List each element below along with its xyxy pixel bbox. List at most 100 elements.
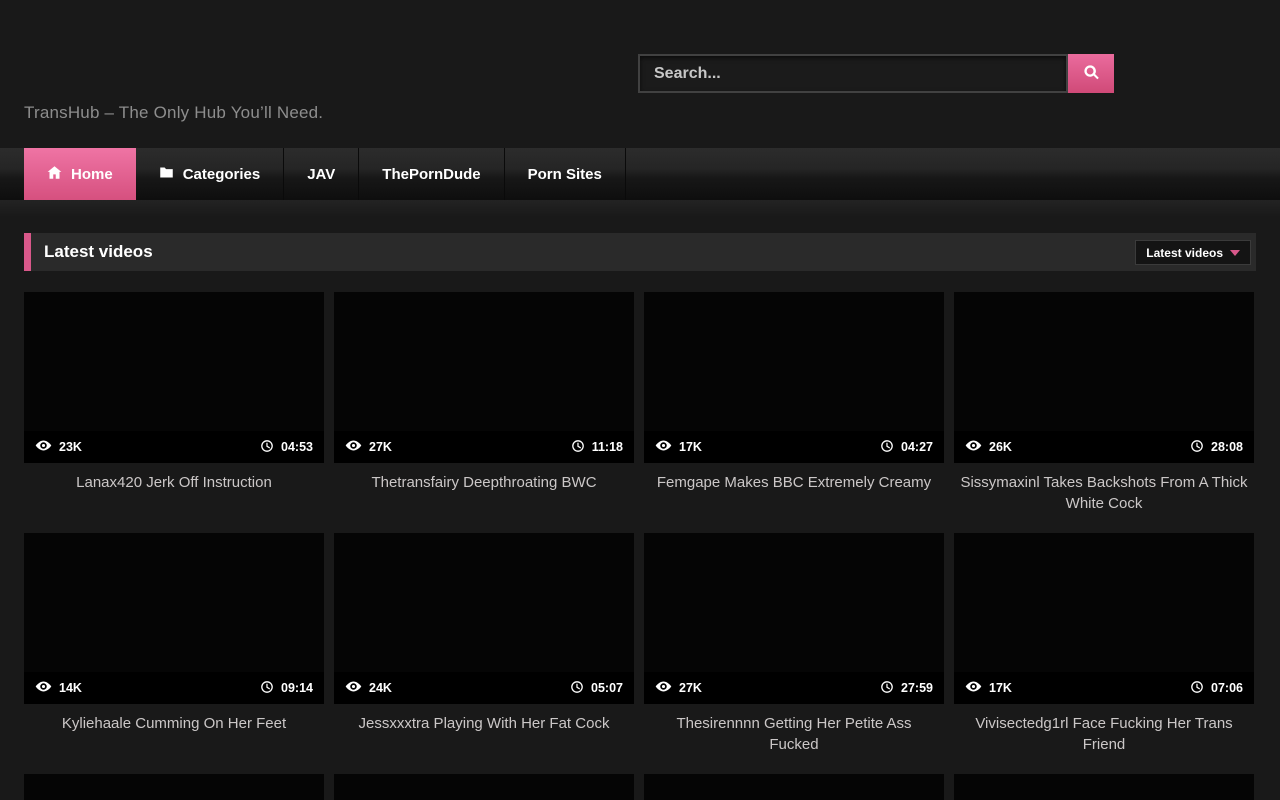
video-meta: 23K 04:53 bbox=[24, 431, 324, 463]
clock-icon bbox=[260, 680, 274, 697]
video-thumbnail[interactable]: 26K 28:08 bbox=[954, 292, 1254, 463]
video-thumbnail[interactable]: 14K 09:14 bbox=[24, 533, 324, 704]
views-group: 27K bbox=[345, 437, 392, 457]
video-card[interactable]: 23K 04:53 Lanax420 Jerk Off Instruction bbox=[24, 292, 324, 533]
video-card[interactable] bbox=[954, 774, 1254, 800]
video-title[interactable]: Lanax420 Jerk Off Instruction bbox=[24, 463, 324, 533]
video-title[interactable]: Thesirennnn Getting Her Petite Ass Fucke… bbox=[644, 704, 944, 774]
sort-dropdown-label: Latest videos bbox=[1146, 246, 1223, 260]
duration: 07:06 bbox=[1211, 681, 1243, 695]
duration: 04:53 bbox=[281, 440, 313, 454]
video-meta: 17K 07:06 bbox=[954, 672, 1254, 704]
video-meta: 24K 05:07 bbox=[334, 672, 634, 704]
eye-icon bbox=[655, 437, 672, 457]
video-title[interactable]: Jessxxxtra Playing With Her Fat Cock bbox=[334, 704, 634, 774]
search-button[interactable] bbox=[1068, 54, 1114, 93]
view-count: 17K bbox=[989, 681, 1012, 695]
views-group: 26K bbox=[965, 437, 1012, 457]
duration-group: 04:53 bbox=[260, 439, 313, 456]
video-meta: 27K 27:59 bbox=[644, 672, 944, 704]
eye-icon bbox=[965, 437, 982, 457]
video-thumbnail[interactable]: 17K 04:27 bbox=[644, 292, 944, 463]
view-count: 17K bbox=[679, 440, 702, 454]
nav-item-label: Categories bbox=[183, 166, 261, 183]
section-header: Latest videos Latest videos bbox=[24, 233, 1256, 271]
nav-item-categories[interactable]: Categories bbox=[136, 148, 285, 200]
eye-icon bbox=[345, 437, 362, 457]
video-title[interactable]: Kyliehaale Cumming On Her Feet bbox=[24, 704, 324, 774]
duration: 09:14 bbox=[281, 681, 313, 695]
video-card[interactable] bbox=[644, 774, 944, 800]
duration: 27:59 bbox=[901, 681, 933, 695]
site-tagline: TransHub – The Only Hub You’ll Need. bbox=[24, 103, 323, 123]
nav-item-label: Porn Sites bbox=[528, 166, 602, 183]
view-count: 14K bbox=[59, 681, 82, 695]
video-title[interactable]: Femgape Makes BBC Extremely Creamy bbox=[644, 463, 944, 533]
video-card[interactable]: 24K 05:07 Jessxxxtra Playing With Her Fa… bbox=[334, 533, 634, 774]
clock-icon bbox=[570, 680, 584, 697]
search-input[interactable] bbox=[638, 54, 1068, 93]
video-card[interactable]: 27K 27:59 Thesirennnn Getting Her Petite… bbox=[644, 533, 944, 774]
eye-icon bbox=[965, 678, 982, 698]
nav-item-theporndude[interactable]: ThePornDude bbox=[359, 148, 504, 200]
clock-icon bbox=[571, 439, 585, 456]
video-meta: 26K 28:08 bbox=[954, 431, 1254, 463]
search-icon bbox=[1083, 64, 1100, 84]
video-card[interactable]: 14K 09:14 Kyliehaale Cumming On Her Feet bbox=[24, 533, 324, 774]
view-count: 23K bbox=[59, 440, 82, 454]
video-thumbnail[interactable]: 17K 07:06 bbox=[954, 533, 1254, 704]
video-meta: 27K 11:18 bbox=[334, 431, 634, 463]
video-thumbnail[interactable] bbox=[334, 774, 634, 800]
duration-group: 05:07 bbox=[570, 680, 623, 697]
video-title[interactable]: Sissymaxinl Takes Backshots From A Thick… bbox=[954, 463, 1254, 533]
eye-icon bbox=[345, 678, 362, 698]
video-thumbnail[interactable]: 27K 11:18 bbox=[334, 292, 634, 463]
views-group: 17K bbox=[965, 678, 1012, 698]
nav-item-label: JAV bbox=[307, 166, 335, 183]
video-thumbnail[interactable]: 27K 27:59 bbox=[644, 533, 944, 704]
video-title[interactable]: Vivisectedg1rl Face Fucking Her Trans Fr… bbox=[954, 704, 1254, 774]
clock-icon bbox=[880, 680, 894, 697]
video-card[interactable]: 17K 07:06 Vivisectedg1rl Face Fucking He… bbox=[954, 533, 1254, 774]
video-card[interactable]: 17K 04:27 Femgape Makes BBC Extremely Cr… bbox=[644, 292, 944, 533]
video-thumbnail[interactable] bbox=[644, 774, 944, 800]
duration: 11:18 bbox=[592, 440, 623, 454]
video-card[interactable]: 26K 28:08 Sissymaxinl Takes Backshots Fr… bbox=[954, 292, 1254, 533]
video-card[interactable] bbox=[334, 774, 634, 800]
clock-icon bbox=[1190, 680, 1204, 697]
eye-icon bbox=[35, 678, 52, 698]
video-thumbnail[interactable]: 23K 04:53 bbox=[24, 292, 324, 463]
video-thumbnail[interactable] bbox=[954, 774, 1254, 800]
nav-item-label: ThePornDude bbox=[382, 166, 480, 183]
view-count: 27K bbox=[679, 681, 702, 695]
clock-icon bbox=[260, 439, 274, 456]
view-count: 24K bbox=[369, 681, 392, 695]
main-nav: Home Categories JAV ThePornDude Porn Sit… bbox=[0, 148, 1280, 200]
video-card[interactable]: 27K 11:18 Thetransfairy Deepthroating BW… bbox=[334, 292, 634, 533]
view-count: 27K bbox=[369, 440, 392, 454]
duration: 04:27 bbox=[901, 440, 933, 454]
video-card[interactable] bbox=[24, 774, 324, 800]
duration-group: 04:27 bbox=[880, 439, 933, 456]
duration-group: 09:14 bbox=[260, 680, 313, 697]
views-group: 17K bbox=[655, 437, 702, 457]
views-group: 14K bbox=[35, 678, 82, 698]
duration-group: 07:06 bbox=[1190, 680, 1243, 697]
duration-group: 27:59 bbox=[880, 680, 933, 697]
nav-item-porn-sites[interactable]: Porn Sites bbox=[505, 148, 626, 200]
caret-down-icon bbox=[1230, 250, 1240, 256]
eye-icon bbox=[35, 437, 52, 457]
video-meta: 14K 09:14 bbox=[24, 672, 324, 704]
sort-dropdown[interactable]: Latest videos bbox=[1135, 240, 1251, 265]
nav-item-jav[interactable]: JAV bbox=[284, 148, 359, 200]
duration: 28:08 bbox=[1211, 440, 1243, 454]
video-thumbnail[interactable]: 24K 05:07 bbox=[334, 533, 634, 704]
views-group: 24K bbox=[345, 678, 392, 698]
nav-item-home[interactable]: Home bbox=[24, 148, 136, 200]
video-thumbnail[interactable] bbox=[24, 774, 324, 800]
clock-icon bbox=[880, 439, 894, 456]
search-form bbox=[638, 54, 1114, 93]
video-title[interactable]: Thetransfairy Deepthroating BWC bbox=[334, 463, 634, 533]
view-count: 26K bbox=[989, 440, 1012, 454]
nav-item-label: Home bbox=[71, 166, 113, 183]
